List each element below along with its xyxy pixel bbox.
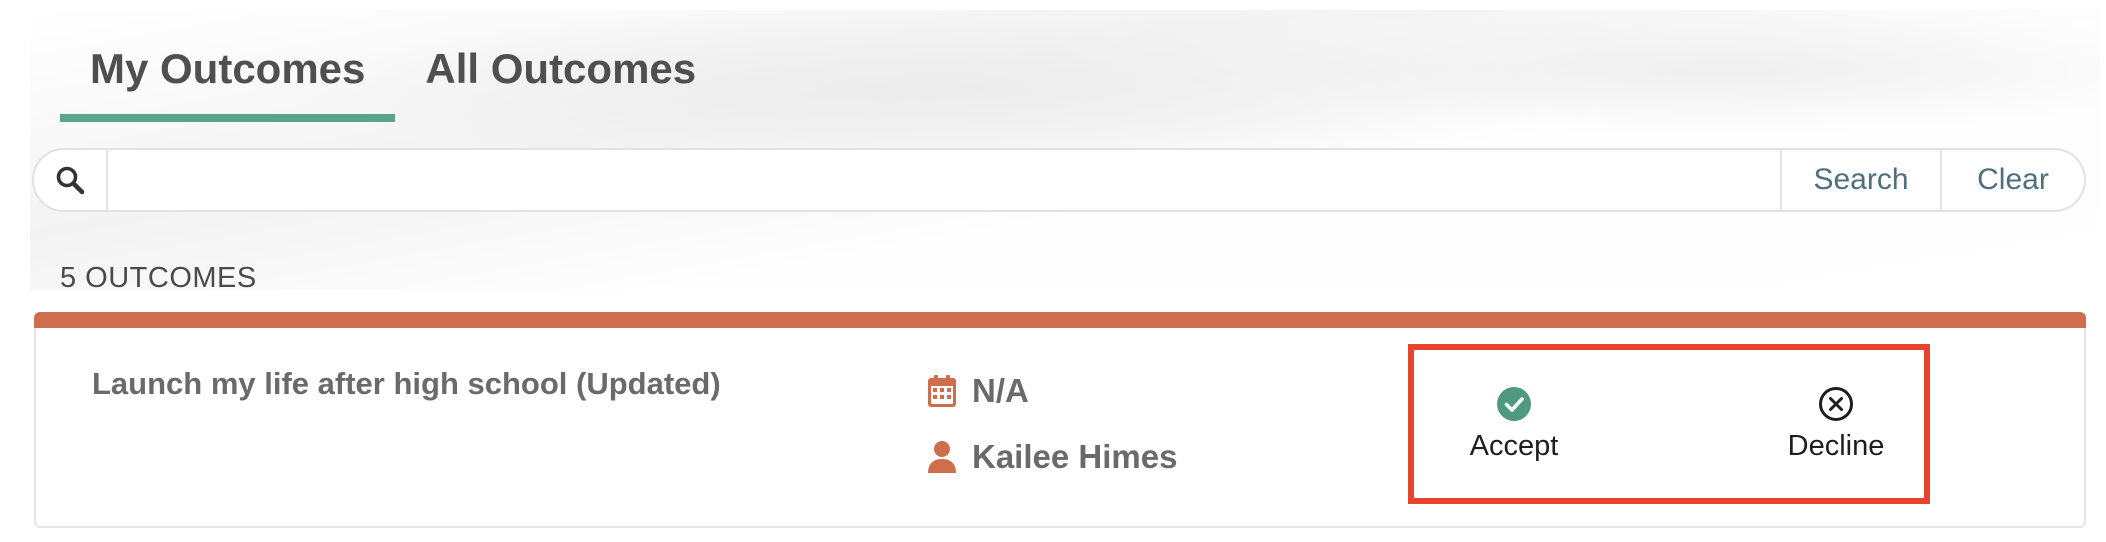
check-circle-icon xyxy=(1497,386,1531,421)
outcome-owner-name: Kailee Himes xyxy=(972,438,1178,475)
decline-label: Decline xyxy=(1787,429,1885,462)
search-button[interactable]: Search xyxy=(1780,150,1940,210)
outcome-card: Launch my life after high school (Update… xyxy=(34,312,2086,528)
outcome-tabs: My Outcomes All Outcomes xyxy=(60,30,726,122)
clear-button[interactable]: Clear xyxy=(1940,150,2084,210)
calendar-icon xyxy=(926,373,958,409)
outcomes-count: 5 OUTCOMES xyxy=(60,262,257,294)
accept-button[interactable]: Accept xyxy=(1414,350,1614,498)
outcome-date-value: N/A xyxy=(972,372,1029,409)
accept-label: Accept xyxy=(1469,429,1559,462)
card-top-bar xyxy=(34,312,2086,328)
outcome-title[interactable]: Launch my life after high school (Update… xyxy=(92,366,721,402)
outcome-owner: Kailee Himes xyxy=(926,438,1177,476)
search-input[interactable] xyxy=(108,150,1780,210)
decline-button[interactable]: Decline xyxy=(1736,350,1936,498)
tab-all-outcomes[interactable]: All Outcomes xyxy=(395,30,726,122)
tab-my-outcomes[interactable]: My Outcomes xyxy=(60,30,396,122)
search-icon[interactable] xyxy=(34,150,108,210)
x-circle-icon xyxy=(1819,386,1853,421)
search-bar: Search Clear xyxy=(32,148,2086,212)
outcome-date: N/A xyxy=(926,372,1029,410)
person-icon xyxy=(926,439,958,475)
accept-decline-highlight: Accept Decline xyxy=(1408,344,1930,504)
